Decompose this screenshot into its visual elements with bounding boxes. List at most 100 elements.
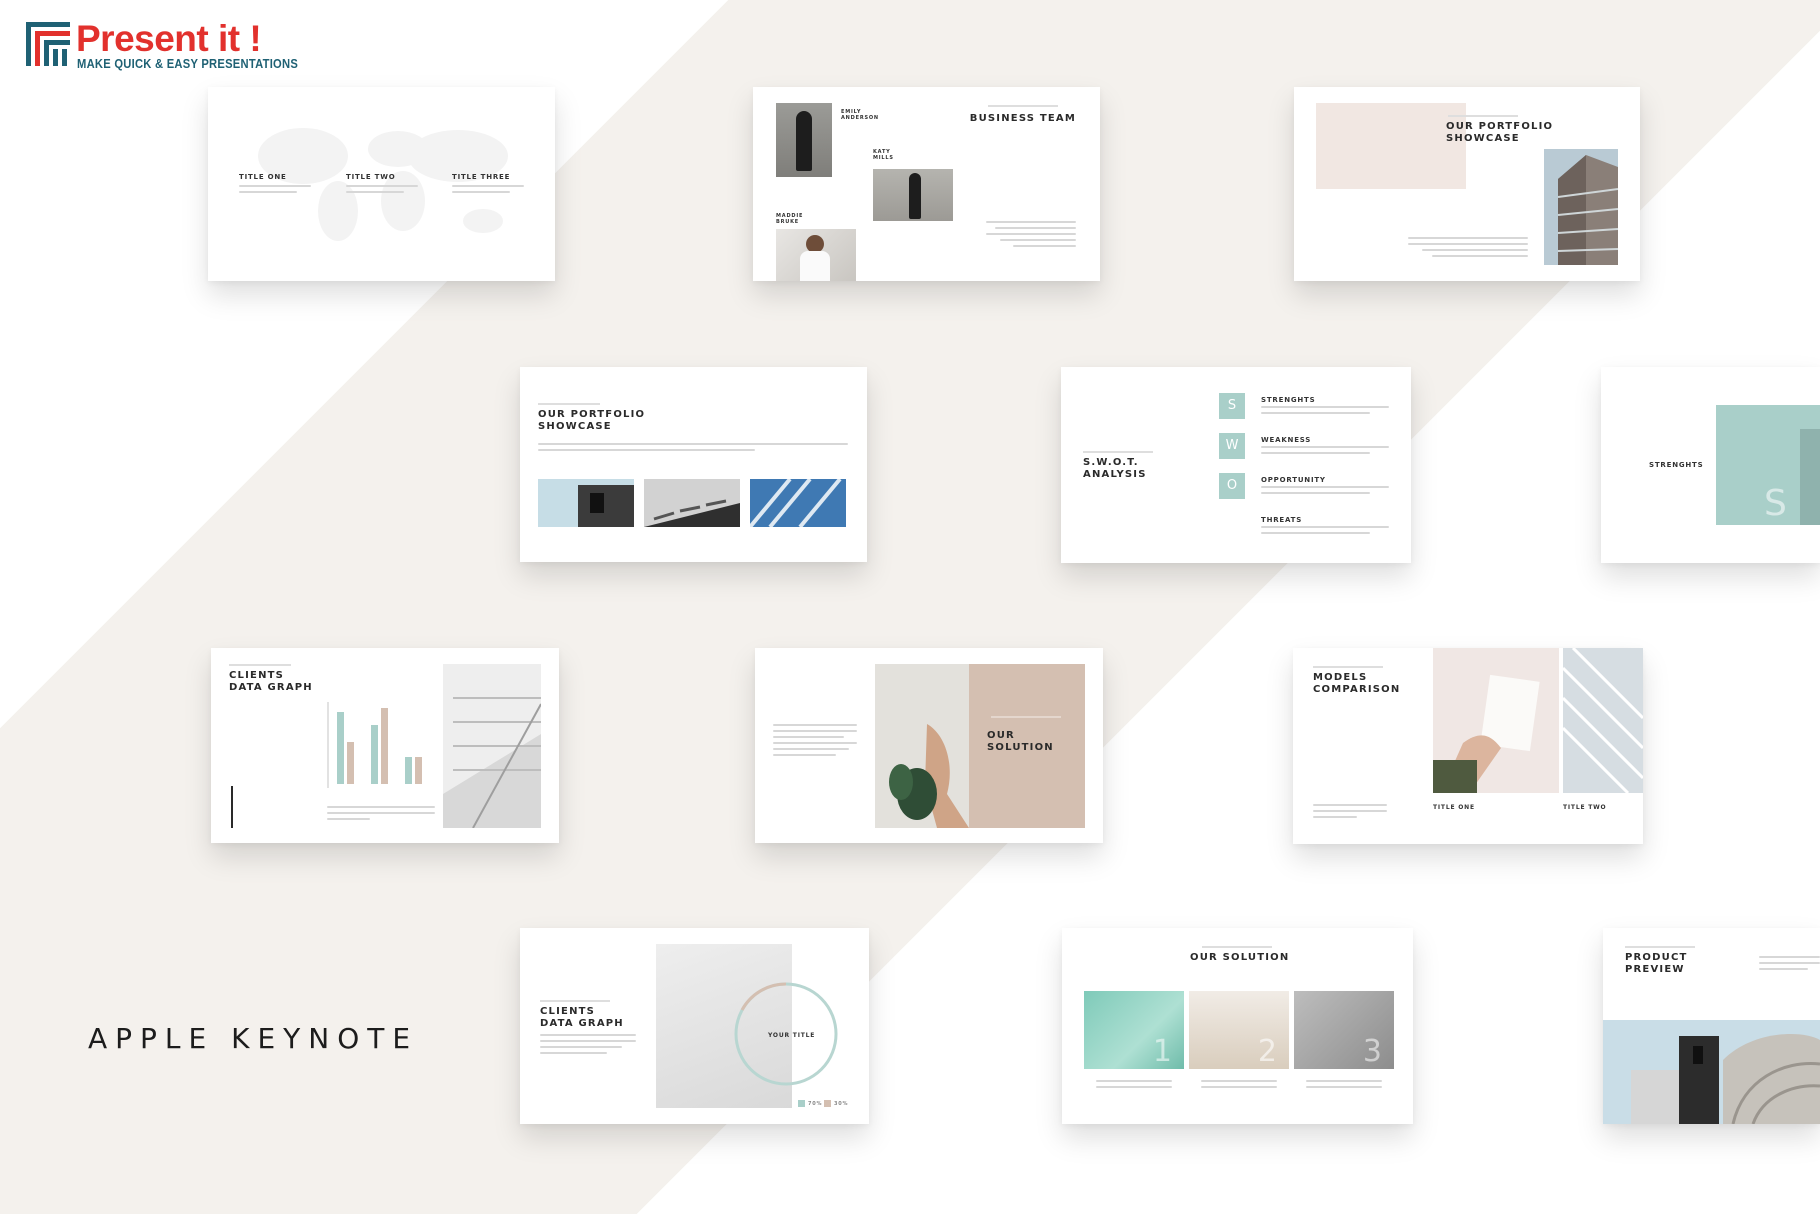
- solution-steps-title: OUR SOLUTION: [1190, 952, 1290, 963]
- team-member-emily: EMILY ANDERSON: [841, 109, 879, 121]
- product-photo: [1603, 1020, 1820, 1124]
- solution-step-text-1: [1096, 1080, 1172, 1092]
- solution-step-text-2: [1201, 1080, 1277, 1092]
- clients-bar-chart: [337, 698, 437, 788]
- swot-kicker: [1083, 451, 1153, 453]
- solution-hand-kicker: [991, 716, 1061, 718]
- product-text: [1759, 956, 1820, 974]
- slide-models-comparison[interactable]: MODELS COMPARISON TITLE ONE TITLE TWO: [1293, 648, 1643, 844]
- solution-step-number-1: 1: [1152, 1034, 1172, 1069]
- clients-bars-rule: [231, 786, 233, 828]
- slide-clients-circle[interactable]: CLIENTS DATA GRAPH YOUR TITLE 70% 30%: [520, 928, 869, 1124]
- clients-circle-center: YOUR TITLE: [768, 1032, 816, 1039]
- slide-solution-hand[interactable]: OUR SOLUTION: [755, 648, 1103, 843]
- slide-portfolio-photos[interactable]: OUR PORTFOLIO SHOWCASE: [520, 367, 867, 562]
- brand-name: Present it !: [76, 18, 262, 59]
- slide-map[interactable]: TITLE ONE TITLE TWO TITLE THREE: [208, 87, 555, 281]
- clients-bars-title: CLIENTS DATA GRAPH: [229, 670, 313, 693]
- slide-portfolio-pink[interactable]: OUR PORTFOLIO SHOWCASE: [1294, 87, 1640, 281]
- models-book-photo: [1433, 648, 1559, 793]
- map-title-one: TITLE ONE: [239, 173, 287, 181]
- clients-stairs-photo: [443, 664, 541, 828]
- world-map-graphic: [258, 128, 508, 241]
- swot-letter-o: O: [1219, 473, 1245, 499]
- swot-letter-w: W: [1219, 433, 1245, 459]
- solution-step-text-3: [1306, 1080, 1382, 1092]
- portfolio-kicker: [538, 403, 600, 405]
- clients-circle-text: [540, 1034, 636, 1058]
- models-label-one: TITLE ONE: [1433, 804, 1475, 811]
- models-text: [1313, 804, 1387, 822]
- solution-hand-title: OUR SOLUTION: [987, 730, 1054, 753]
- swot-text-threats: [1261, 526, 1389, 538]
- swot-item-strengths: STRENGHTS: [1261, 396, 1316, 404]
- portfolio-pink-title: OUR PORTFOLIO SHOWCASE: [1446, 121, 1554, 144]
- clients-bars-axis: [327, 702, 329, 788]
- brand-logo[interactable]: Present it ! MAKE QUICK & EASY PRESENTAT…: [24, 18, 324, 78]
- map-title-two: TITLE TWO: [346, 173, 396, 181]
- swot-letter-s: S: [1219, 393, 1245, 419]
- slide-product-preview[interactable]: PRODUCT PREVIEW: [1603, 928, 1820, 1124]
- portfolio-building-photo: [1544, 149, 1618, 265]
- solution-step-number-2: 2: [1257, 1034, 1277, 1069]
- portfolio-photo-2: [644, 479, 740, 527]
- map-text-two: [346, 185, 418, 197]
- slide-business-team[interactable]: EMILY ANDERSON KATY MILLS MADDIE BRUKE B…: [753, 87, 1100, 281]
- strengths-letter: S: [1764, 483, 1787, 524]
- brand-tagline: MAKE QUICK & EASY PRESENTATIONS: [77, 56, 299, 71]
- swot-title: S.W.O.T. ANALYSIS: [1083, 457, 1147, 480]
- solution-step-photo-1: 1: [1084, 991, 1184, 1069]
- models-kicker: [1313, 666, 1383, 668]
- swot-text-weakness: [1261, 446, 1389, 458]
- logo-mark-icon: [26, 22, 70, 66]
- team-photo-katy: [873, 169, 953, 221]
- team-member-maddie: MADDIE BRUKE: [776, 213, 804, 225]
- clients-legend-2: 30%: [834, 1101, 849, 1107]
- team-photo-maddie: [776, 229, 856, 281]
- clients-circle-kicker: [540, 1000, 610, 1002]
- chart-bar: [381, 708, 388, 784]
- solution-hand-text: [773, 724, 857, 760]
- slide-solution-steps[interactable]: OUR SOLUTION 1 2 3: [1062, 928, 1413, 1124]
- swot-item-threats: THREATS: [1261, 516, 1303, 524]
- solution-hand-photo: [875, 664, 969, 828]
- swot-item-opportunity: OPPORTUNITY: [1261, 476, 1326, 484]
- swot-text-opportunity: [1261, 486, 1389, 498]
- team-title: BUSINESS TEAM: [969, 113, 1076, 124]
- team-photo-emily: [776, 103, 832, 177]
- product-kicker: [1625, 946, 1695, 948]
- swot-item-weakness: WEAKNESS: [1261, 436, 1312, 444]
- portfolio-photo-1: [538, 479, 634, 527]
- portfolio-photos-title: OUR PORTFOLIO SHOWCASE: [538, 409, 646, 432]
- portfolio-photos-text: [538, 443, 848, 455]
- team-member-katy: KATY MILLS: [873, 149, 894, 161]
- clients-legend-swatch-2: [824, 1100, 831, 1107]
- strengths-label: STRENGHTS: [1649, 461, 1704, 469]
- chart-bar: [337, 712, 344, 784]
- solution-steps-kicker: [1202, 946, 1272, 948]
- slide-strengths[interactable]: STRENGHTS S: [1601, 367, 1820, 563]
- chart-bar: [347, 742, 354, 784]
- team-kicker: [988, 105, 1058, 107]
- solution-step-photo-3: 3: [1294, 991, 1394, 1069]
- map-text-three: [452, 185, 524, 197]
- clients-legend-1: 70%: [808, 1101, 823, 1107]
- map-title-three: TITLE THREE: [452, 173, 511, 181]
- chart-bar: [415, 757, 422, 784]
- product-title: PRODUCT PREVIEW: [1625, 952, 1688, 975]
- solution-step-number-3: 3: [1362, 1034, 1382, 1069]
- clients-bars-text: [327, 806, 435, 824]
- clients-bars-kicker: [229, 664, 291, 666]
- chart-bar: [371, 725, 378, 784]
- clients-circle-title: CLIENTS DATA GRAPH: [540, 1006, 624, 1029]
- map-text-one: [239, 185, 311, 197]
- portfolio-pink-photo: [1316, 103, 1466, 189]
- models-label-two: TITLE TWO: [1563, 804, 1607, 811]
- team-body-text: [986, 221, 1076, 251]
- slide-swot[interactable]: S.W.O.T. ANALYSIS S W O STRENGHTS WEAKNE…: [1061, 367, 1411, 563]
- slide-clients-bars[interactable]: CLIENTS DATA GRAPH: [211, 648, 559, 843]
- models-building-photo: [1563, 648, 1643, 793]
- portfolio-pink-kicker: [1448, 115, 1518, 117]
- swot-text-strengths: [1261, 406, 1389, 418]
- strengths-teal-block: S: [1716, 405, 1820, 525]
